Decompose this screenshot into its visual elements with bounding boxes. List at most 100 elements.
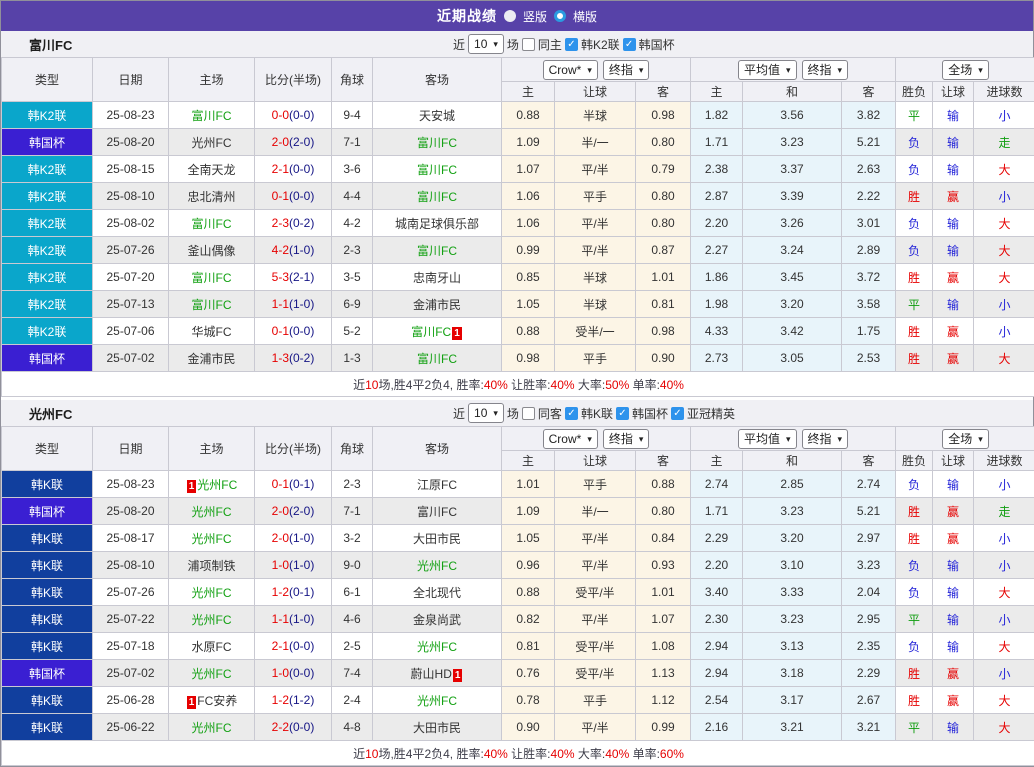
euro-time-select[interactable]: 终指▾ — [802, 60, 849, 80]
match-row: 韩K联25-08-17光州FC2-0(1-0)3-2大田市民1.05平/半0.8… — [2, 525, 1034, 552]
chevron-down-icon: ▾ — [493, 406, 498, 420]
scope-dropdown: 全场▾ — [896, 427, 1034, 451]
league-checkbox[interactable]: ✓ — [565, 407, 578, 420]
home-team-cell: 光州FC — [169, 714, 255, 741]
near-label: 近 — [453, 405, 465, 422]
euro-odds-cell: 3.56 — [743, 102, 842, 129]
euro-source-select[interactable]: 平均值▾ — [738, 60, 797, 80]
away-team[interactable]: 富川FC — [417, 244, 457, 258]
away-team[interactable]: 光州FC — [417, 640, 457, 654]
fulltime-score: 0-1 — [272, 189, 289, 203]
home-team[interactable]: 釜山偶像 — [187, 244, 235, 258]
sub-column-header: 客 — [636, 82, 691, 102]
odds-source-select[interactable]: Crow*▾ — [543, 429, 598, 449]
home-team[interactable]: 光州FC — [192, 721, 232, 735]
home-team[interactable]: 光州FC — [192, 532, 232, 546]
home-team[interactable]: 光州FC — [192, 667, 232, 681]
layout-radio-vertical[interactable] — [504, 10, 516, 22]
result-cell: 赢 — [933, 660, 974, 687]
away-team[interactable]: 全北现代 — [413, 586, 461, 600]
score-cell: 2-3(0-2) — [255, 210, 332, 237]
away-team[interactable]: 富川FC — [417, 190, 457, 204]
home-team[interactable]: 富川FC — [192, 109, 232, 123]
score-cell: 0-1(0-0) — [255, 183, 332, 210]
match-count-select[interactable]: 10▾ — [468, 403, 504, 423]
date-cell: 25-07-06 — [93, 318, 169, 345]
home-team[interactable]: 富川FC — [192, 298, 232, 312]
away-team[interactable]: 蔚山HD — [411, 667, 452, 681]
corner-cell: 4-4 — [332, 183, 373, 210]
score-cell: 1-2(1-2) — [255, 687, 332, 714]
home-team[interactable]: 富川FC — [192, 271, 232, 285]
euro-source-select[interactable]: 平均值▾ — [738, 429, 797, 449]
home-team[interactable]: 浦项制铁 — [187, 559, 235, 573]
layout-radio-horizontal[interactable] — [554, 10, 566, 22]
euro-odds-cell: 1.75 — [842, 318, 896, 345]
home-team[interactable]: 忠北清州 — [187, 190, 235, 204]
handicap-odds-cell: 0.88 — [636, 471, 691, 498]
league-checkbox[interactable]: ✓ — [616, 407, 629, 420]
away-team[interactable]: 光州FC — [417, 694, 457, 708]
handicap-odds-cell: 0.80 — [636, 210, 691, 237]
league-checkbox[interactable]: ✓ — [671, 407, 684, 420]
away-team[interactable]: 光州FC — [417, 559, 457, 573]
away-team[interactable]: 天安城 — [419, 109, 455, 123]
fulltime-score: 2-0 — [272, 531, 289, 545]
result-cell: 输 — [933, 291, 974, 318]
away-team[interactable]: 金浦市民 — [413, 298, 461, 312]
handicap-odds-cell: 0.84 — [636, 525, 691, 552]
away-team[interactable]: 富川FC — [417, 136, 457, 150]
away-team[interactable]: 富川FC — [417, 505, 457, 519]
home-team[interactable]: 光州FC — [192, 505, 232, 519]
away-team[interactable]: 城南足球俱乐部 — [395, 217, 479, 231]
team-name: 富川FC — [1, 35, 72, 54]
home-team[interactable]: 华城FC — [192, 325, 232, 339]
same-venue-checkbox[interactable] — [522, 407, 535, 420]
home-team[interactable]: 光州FC — [192, 613, 232, 627]
league-checkbox-label: 韩国杯 — [639, 36, 675, 53]
score-cell: 0-0(0-0) — [255, 102, 332, 129]
euro-time-select[interactable]: 终指▾ — [802, 429, 849, 449]
scope-select[interactable]: 全场▾ — [942, 429, 989, 449]
away-team[interactable]: 金泉尚武 — [413, 613, 461, 627]
score-cell: 1-1(1-0) — [255, 606, 332, 633]
match-count-select[interactable]: 10 ▾ — [468, 34, 504, 54]
summary-segment: 10 — [365, 747, 378, 761]
home-team[interactable]: 富川FC — [192, 217, 232, 231]
sub-column-header: 让球 — [933, 451, 974, 471]
league-badge: 韩K联 — [2, 633, 93, 660]
away-team[interactable]: 富川FC — [417, 352, 457, 366]
home-team[interactable]: 光州FC — [192, 586, 232, 600]
chevron-down-icon: ▾ — [493, 37, 498, 51]
odds-time-select[interactable]: 终指▾ — [603, 60, 650, 80]
match-row: 韩K2联25-07-06华城FC0-1(0-0)5-2富川FC10.88受半/一… — [2, 318, 1034, 345]
away-team-cell: 富川FC — [373, 183, 502, 210]
away-team[interactable]: 大田市民 — [413, 721, 461, 735]
sub-column-header: 胜负 — [896, 451, 933, 471]
scope-select[interactable]: 全场▾ — [942, 60, 989, 80]
chevron-down-icon: ▾ — [978, 63, 983, 77]
league-badge: 韩K2联 — [2, 237, 93, 264]
euro-odds-cell: 3.58 — [842, 291, 896, 318]
summary-segment: 40% — [660, 378, 684, 392]
away-team[interactable]: 富川FC — [411, 325, 451, 339]
home-team[interactable]: 水原FC — [192, 640, 232, 654]
home-team[interactable]: 光州FC — [192, 136, 232, 150]
home-team[interactable]: 光州FC — [197, 478, 237, 492]
league-checkbox[interactable]: ✓ — [623, 38, 636, 51]
home-team[interactable]: 全南天龙 — [187, 163, 235, 177]
odds-source-select[interactable]: Crow*▾ — [543, 60, 598, 80]
home-team[interactable]: FC安养 — [197, 694, 237, 708]
match-count-select-value: 10 — [474, 37, 487, 51]
odds-time-select[interactable]: 终指▾ — [603, 429, 650, 449]
league-checkbox[interactable]: ✓ — [565, 38, 578, 51]
away-team[interactable]: 大田市民 — [413, 532, 461, 546]
euro-odds-cell: 2.85 — [743, 471, 842, 498]
euro-odds-cell: 2.22 — [842, 183, 896, 210]
away-team[interactable]: 江原FC — [417, 478, 457, 492]
away-team[interactable]: 富川FC — [417, 163, 457, 177]
home-team[interactable]: 金浦市民 — [187, 352, 235, 366]
away-team[interactable]: 忠南牙山 — [413, 271, 461, 285]
same-venue-checkbox[interactable] — [522, 38, 535, 51]
home-team-cell: 1FC安养 — [169, 687, 255, 714]
